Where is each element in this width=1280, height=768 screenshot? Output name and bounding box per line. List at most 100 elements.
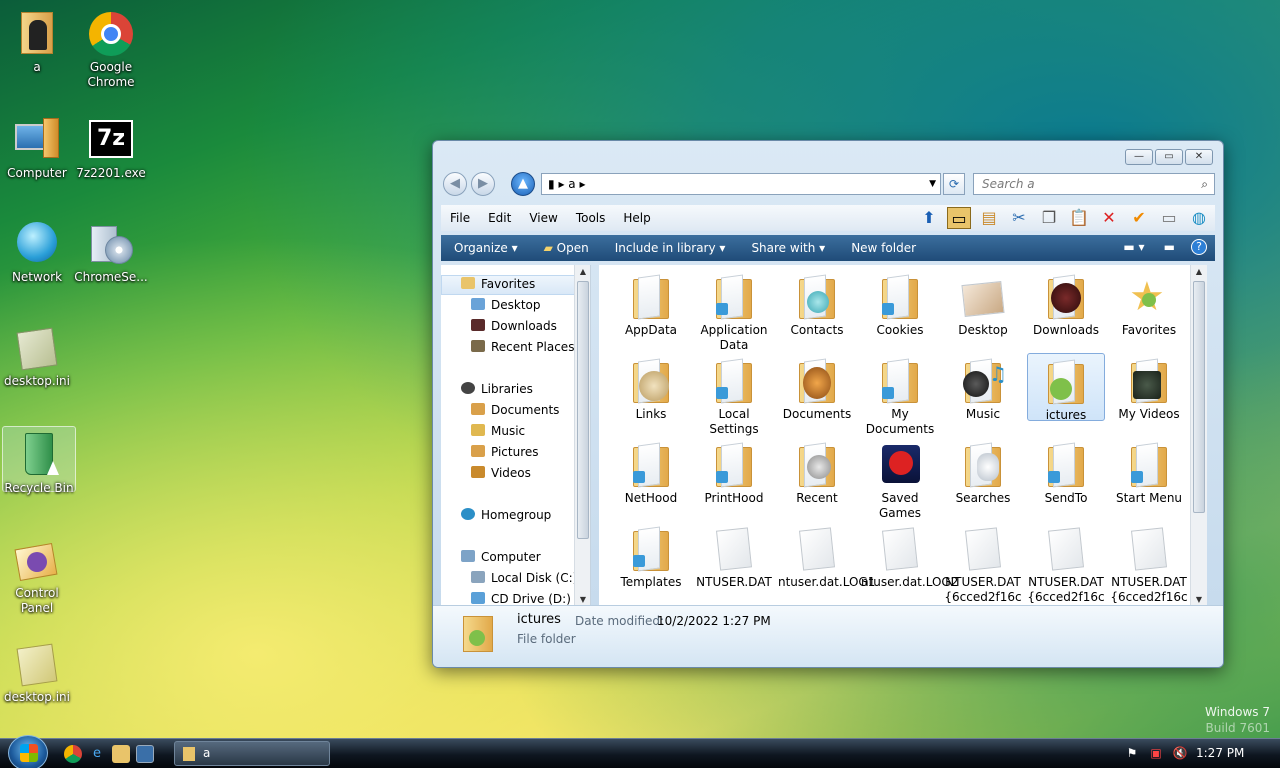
nav-scrollbar[interactable]: ▲ ▼: [574, 265, 590, 607]
forward-button[interactable]: ▶: [471, 172, 495, 196]
nav-local-disk[interactable]: Local Disk (C:): [471, 571, 577, 585]
nav-homegroup[interactable]: Homegroup: [461, 508, 551, 522]
menu-file[interactable]: File: [441, 211, 479, 225]
organize-button[interactable]: Organize ▾: [441, 241, 531, 255]
folder-item[interactable]: ★ Favorites: [1110, 269, 1188, 338]
folder-item[interactable]: AppData: [612, 269, 690, 338]
views-icon[interactable]: ▤: [977, 207, 1001, 229]
back-button[interactable]: ◀: [443, 172, 467, 196]
action-center-flag-icon[interactable]: ⚑: [1124, 745, 1140, 761]
folder-item[interactable]: Downloads: [1027, 269, 1105, 338]
desktop-icon-google-chrome[interactable]: Google Chrome: [74, 6, 148, 90]
file-item[interactable]: ntuser.dat.LOG2: [861, 521, 958, 590]
paste-icon[interactable]: 📋: [1067, 207, 1091, 229]
nav-scroll-thumb[interactable]: [577, 281, 589, 539]
file-item[interactable]: NTUSER.DAT{6cced2f16c01-11de...: [1110, 521, 1188, 605]
maximize-button[interactable]: ▭: [1155, 149, 1183, 165]
include-in-library-button[interactable]: Include in library ▾: [602, 241, 739, 255]
search-input[interactable]: Search a ⌕: [973, 173, 1215, 195]
undo-check-icon[interactable]: ✔: [1127, 207, 1151, 229]
desktop-icon-desktop-ini-2[interactable]: desktop.ini: [0, 636, 74, 705]
desktop-icon-user-folder[interactable]: a: [0, 6, 74, 75]
folder-item[interactable]: Links: [612, 353, 690, 422]
nav-pictures[interactable]: Pictures: [471, 445, 539, 459]
folder-item[interactable]: SendTo: [1027, 437, 1105, 506]
minimize-button[interactable]: —: [1125, 149, 1153, 165]
file-item[interactable]: NTUSER.DAT: [695, 521, 773, 590]
desktop-icon-recycle-bin[interactable]: Recycle Bin: [2, 426, 76, 495]
menu-edit[interactable]: Edit: [479, 211, 520, 225]
folder-item[interactable]: PrintHood: [695, 437, 773, 506]
folder-item[interactable]: Cookies: [861, 269, 939, 338]
file-item[interactable]: NTUSER.DAT{6cced2f16c01-11de...: [1027, 521, 1105, 605]
folder-item[interactable]: Application Data: [695, 269, 773, 353]
desktop-icon-computer[interactable]: Computer: [0, 112, 74, 181]
folder-item[interactable]: Local Settings: [695, 353, 773, 437]
folder-item-selected[interactable]: ictures: [1027, 353, 1105, 422]
desktop-show-icon[interactable]: [136, 745, 154, 763]
nav-desktop[interactable]: Desktop: [471, 298, 541, 312]
nav-music[interactable]: Music: [471, 424, 525, 438]
desktop-icon-desktop-ini-1[interactable]: desktop.ini: [0, 320, 74, 389]
change-view-icon[interactable]: ▬ ▾ ▬: [1123, 240, 1175, 254]
scroll-up-icon[interactable]: ▲: [1191, 265, 1207, 279]
menu-tools[interactable]: Tools: [567, 211, 615, 225]
folder-item[interactable]: NetHood: [612, 437, 690, 506]
nav-videos[interactable]: Videos: [471, 466, 531, 480]
new-folder-button[interactable]: New folder: [838, 241, 929, 255]
folder-item[interactable]: ♫ Music: [944, 353, 1022, 422]
network-disconnected-icon[interactable]: ▣: [1148, 745, 1164, 761]
desktop-icon-network[interactable]: Network: [0, 216, 74, 285]
folder-icon[interactable]: [112, 745, 130, 763]
desktop-icon-7zip[interactable]: 7z 7z2201.exe: [74, 112, 148, 181]
open-button[interactable]: ▰ Open: [531, 241, 602, 255]
refresh-button[interactable]: ⟳: [943, 173, 965, 195]
content-scrollbar[interactable]: ▲ ▼: [1190, 265, 1207, 607]
nav-recent-places[interactable]: Recent Places: [471, 340, 574, 354]
nav-documents[interactable]: Documents: [471, 403, 559, 417]
internet-explorer-icon[interactable]: e: [88, 745, 106, 763]
desktop-icon-chromesetup[interactable]: ChromeSe...: [74, 216, 148, 285]
nav-downloads[interactable]: Downloads: [471, 319, 557, 333]
close-button[interactable]: ✕: [1185, 149, 1213, 165]
folder-item[interactable]: Templates: [612, 521, 690, 590]
menu-help[interactable]: Help: [614, 211, 659, 225]
help-icon[interactable]: ?: [1191, 239, 1207, 255]
scroll-up-icon[interactable]: ▲: [575, 265, 590, 279]
address-bar[interactable]: ▮ ▸ a ▸ ▼: [541, 173, 941, 195]
folder-item[interactable]: Saved Games: [861, 437, 939, 521]
globe-icon[interactable]: ◍: [1187, 207, 1211, 229]
share-with-button[interactable]: Share with ▾: [738, 241, 838, 255]
content-scroll-thumb[interactable]: [1193, 281, 1205, 513]
up-arrow-icon[interactable]: ⬆: [917, 207, 941, 229]
folder-item[interactable]: Contacts: [778, 269, 856, 338]
volume-muted-icon[interactable]: 🔇: [1172, 745, 1188, 761]
copy-icon[interactable]: ❐: [1037, 207, 1061, 229]
folder-item[interactable]: Desktop: [944, 269, 1022, 338]
up-button[interactable]: ▲: [511, 172, 535, 196]
delete-icon[interactable]: ✕: [1097, 207, 1121, 229]
folder-item[interactable]: Documents: [778, 353, 856, 422]
explorer-window[interactable]: — ▭ ✕ ◀ ▶ ▲ ▮ ▸ a ▸ ▼ ⟳ Search a ⌕ File …: [432, 140, 1224, 668]
start-button[interactable]: [8, 735, 48, 768]
taskbar-task-explorer[interactable]: a: [174, 741, 330, 766]
properties-icon[interactable]: ▭: [1157, 207, 1181, 229]
folder-item[interactable]: My Documents: [861, 353, 939, 437]
menu-view[interactable]: View: [520, 211, 566, 225]
nav-libraries[interactable]: Libraries: [461, 382, 533, 396]
folder-item[interactable]: Searches: [944, 437, 1022, 506]
nav-computer[interactable]: Computer: [461, 550, 541, 564]
breadcrumb-current[interactable]: a: [568, 177, 575, 191]
search-icon[interactable]: ⌕: [1201, 174, 1208, 194]
cut-icon[interactable]: ✂: [1007, 207, 1031, 229]
file-item[interactable]: ntuser.dat.LOG1: [778, 521, 875, 590]
chevron-down-icon[interactable]: ▼: [929, 174, 936, 194]
file-item[interactable]: NTUSER.DAT{6cced2f16c01-11de...: [944, 521, 1022, 605]
nav-favorites[interactable]: Favorites: [461, 277, 535, 291]
chrome-icon[interactable]: [64, 745, 82, 763]
folder-item[interactable]: Start Menu: [1110, 437, 1188, 506]
folders-icon[interactable]: ▭: [947, 207, 971, 229]
folder-item[interactable]: My Videos: [1110, 353, 1188, 422]
clock[interactable]: 1:27 PM: [1196, 746, 1244, 760]
desktop-icon-control-panel[interactable]: Control Panel: [0, 532, 74, 616]
